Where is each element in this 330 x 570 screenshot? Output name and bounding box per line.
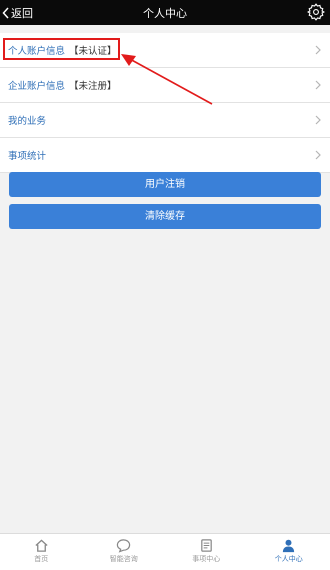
tab-personal-center[interactable]: 个人中心 — [248, 534, 330, 570]
top-bar: 返回 个人中心 — [0, 0, 330, 25]
highlight-box — [3, 38, 120, 60]
chevron-right-icon — [315, 150, 321, 160]
gear-icon[interactable] — [307, 3, 325, 21]
home-icon — [35, 539, 48, 552]
menu-item-label: 企业账户信息 — [8, 81, 66, 92]
page-title: 个人中心 — [143, 7, 187, 20]
status-badge: 【未注册】 — [69, 81, 117, 92]
chevron-right-icon — [315, 115, 321, 125]
logout-button[interactable]: 用户注销 — [9, 172, 321, 197]
menu-item-label: 我的业务 — [8, 116, 47, 127]
tab-home[interactable]: 首页 — [0, 534, 83, 570]
tab-label: 首页 — [34, 555, 49, 563]
tab-label: 事项中心 — [192, 555, 221, 563]
menu-item-my-business[interactable]: 我的业务 — [0, 103, 330, 138]
chat-icon — [117, 539, 131, 553]
tab-label: 智能咨询 — [109, 555, 138, 563]
clear-cache-button[interactable]: 清除缓存 — [9, 204, 321, 229]
bottom-tab-bar: 首页 智能咨询 事项中心 个人中心 — [0, 533, 330, 570]
tab-label: 个人中心 — [274, 555, 303, 563]
annotation-arrow-icon — [121, 54, 213, 105]
menu-item-label: 事项统计 — [8, 151, 47, 162]
tab-consult[interactable]: 智能咨询 — [83, 534, 166, 570]
user-icon — [283, 539, 295, 553]
chevron-right-icon — [315, 45, 321, 55]
chevron-right-icon — [315, 80, 321, 90]
list-icon — [200, 539, 212, 552]
menu-item-statistics[interactable]: 事项统计 — [0, 138, 330, 173]
tab-affairs[interactable]: 事项中心 — [165, 534, 248, 570]
